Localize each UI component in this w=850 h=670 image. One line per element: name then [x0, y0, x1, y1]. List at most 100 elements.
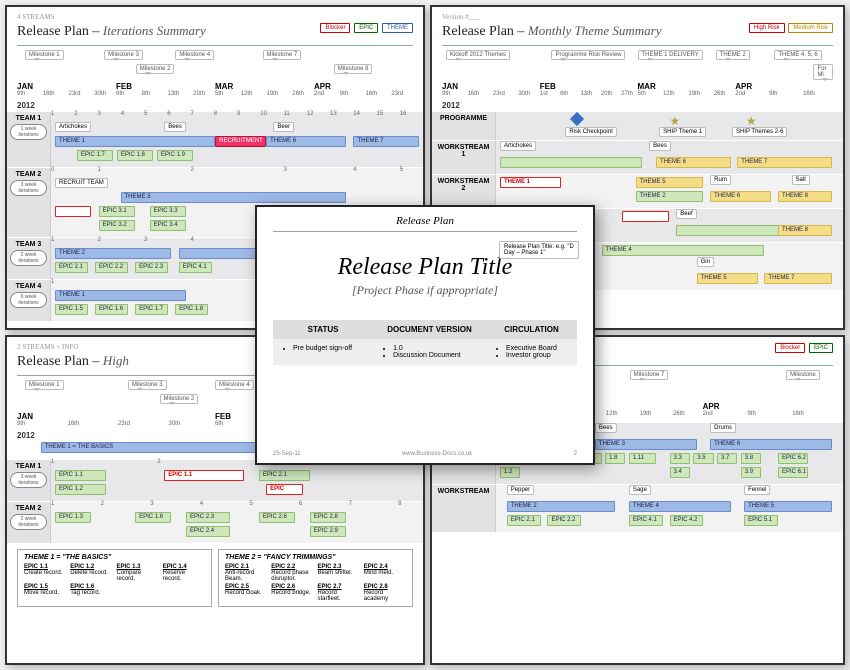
theme-description-boxes: THEME 1 = "THE BASICS"EPIC 1.1Create rec…: [17, 549, 413, 607]
epic-bar: EPIC 1.9: [157, 150, 193, 161]
ship-label: SHIP Theme 1: [659, 127, 706, 137]
divider: [17, 45, 413, 46]
year-label: 2012: [442, 101, 833, 110]
milestone: Milestone 1: [25, 380, 64, 390]
legend-tags: High Risk Medium Risk: [747, 23, 833, 33]
epic-bar: THEME 4: [602, 245, 765, 256]
yellow-bar: THEME 6: [656, 157, 731, 168]
tag-blocker: Blocker: [775, 343, 805, 353]
lane-programme: PROGRAMME Risk Checkpoint ★ SHIP Theme 1…: [432, 112, 843, 140]
epic-bar: EPIC 3.4: [150, 220, 186, 231]
milestone-row: Milestone 1 Milestone 3 Milestone 2 Mile…: [17, 50, 413, 82]
epic-bar: EPIC 1.2: [55, 484, 106, 495]
milestone: Milestone 8: [334, 64, 373, 74]
block-bar: [622, 211, 669, 222]
epic-bar: EPIC 2.1: [55, 262, 88, 273]
epic-bar: EPIC 3.2: [99, 220, 135, 231]
chip-label: Artichokes: [55, 122, 91, 132]
epic-bar: EPIC 2.2: [547, 515, 581, 526]
footer-page: 2: [574, 451, 577, 457]
theme-bar: THEME 6: [710, 439, 832, 450]
col-circulation: CIRCULATION: [486, 320, 577, 339]
month-column: APR2nd9th16th: [735, 82, 833, 97]
month-column: APR2nd9th16th: [703, 402, 833, 417]
epic-bar: 1.11: [629, 453, 656, 464]
month-column: JAN9th16th23rd30th: [442, 82, 540, 97]
yellow-bar: THEME 6: [710, 191, 771, 202]
circulation-cell: Executive BoardInvestor group: [486, 339, 577, 365]
header-label: Release Plan: [273, 215, 577, 227]
slide-title: Release Plan – Monthly Theme Summary: [442, 24, 662, 39]
yellow-bar: THEME 8: [778, 225, 832, 236]
month-column: JAN9th16th23rd30th: [17, 412, 215, 427]
month-axis: JAN9th16th23rd30thFEB1st6th13th20th27thM…: [442, 82, 833, 97]
epic-bar: EPIC 1.7: [135, 304, 168, 315]
chip-label: Sage: [629, 485, 651, 495]
chip-label: RECRUIT TEAM: [55, 178, 108, 188]
epic-bar: EPIC 4.1: [179, 262, 212, 273]
milestone: Milestone: [786, 370, 820, 380]
month-column: APR2nd9th16th23rd: [314, 82, 413, 97]
milestone: For Mi: [813, 64, 833, 80]
epic-bar: 3.7: [717, 453, 737, 464]
chip-label: Rum: [710, 175, 731, 185]
month-column: FEB6th8th13th20th: [116, 82, 215, 97]
epic-bar: EPIC 4.2: [670, 515, 704, 526]
chip-label: Bees: [164, 122, 186, 132]
epic-bar: EPIC 2.9: [310, 526, 346, 537]
epic-bar: 3.3: [670, 453, 690, 464]
tag-high-risk: High Risk: [749, 23, 785, 33]
year-label: 2012: [17, 101, 413, 110]
col-version: DOCUMENT VERSION: [373, 320, 486, 339]
version-cell: 1.0Discussion Document: [373, 339, 486, 365]
epic-bar: 3.5: [693, 453, 713, 464]
month-column: MAR5th12th19th26th: [215, 82, 314, 97]
block-bar: EPIC 1.1: [164, 470, 244, 481]
milestone: Milestone 7: [630, 370, 669, 380]
milestone-row: Kickoff 2012 Themes Programme Risk Revie…: [442, 50, 833, 82]
epic-bar: 3.8: [741, 453, 761, 464]
chip-label: Pepper: [507, 485, 534, 495]
milestone: Milestone 7: [263, 50, 302, 60]
tag-theme: THEME: [382, 23, 413, 33]
epic-bar: EPIC 2.4: [186, 526, 230, 537]
milestone: Milestone 2: [136, 64, 175, 74]
block-bar: EPIC: [266, 484, 302, 495]
footer-date: 25-Sep-11: [273, 451, 301, 457]
chip-label: Beef: [676, 209, 696, 219]
epic-bar: THEME 2: [636, 191, 704, 202]
yellow-bar: THEME 7: [737, 157, 832, 168]
risk-checkpoint-icon: [570, 112, 584, 126]
month-column: MAR5th12th19th26th: [638, 82, 736, 97]
month-column: FEB1st6th13th20th27th: [540, 82, 638, 97]
swimlane: TEAM 13 week iterations123EPIC 1.1EPIC 1…: [7, 460, 423, 501]
epic-bar: EPIC 2.8: [310, 512, 346, 523]
recruit-bar: RECRUITMENT: [215, 136, 266, 147]
milestone: Programme Risk Review: [551, 50, 625, 60]
col-status: STATUS: [273, 320, 373, 339]
yellow-bar: THEME 5: [697, 273, 758, 284]
theme-bar: THEME 3: [595, 439, 697, 450]
milestone: Kickoff 2012 Themes: [446, 50, 510, 60]
slide-title-page: Release Plan Release Plan Title: e.g. "D…: [255, 205, 595, 465]
theme-description: THEME 1 = "THE BASICS"EPIC 1.1Create rec…: [17, 549, 212, 607]
tag-epic: EPIC: [809, 343, 833, 353]
swimlane: TEAM 11 week iterations12345678910111213…: [7, 112, 423, 167]
milestone: THEME 2: [716, 50, 750, 60]
footer-url: www.Business-Docs.co.uk: [402, 451, 472, 457]
epic-bar: 1.8: [605, 453, 625, 464]
epic-bar: 3.9: [741, 467, 761, 478]
slide-header: 4 STREAMS Blocker EPIC THEME Release Pla…: [7, 7, 423, 42]
tag-blocker: Blocker: [320, 23, 350, 33]
epic-bar: EPIC 2.2: [95, 262, 128, 273]
chip-label: Beer: [273, 122, 294, 132]
block-bar: THEME 1: [500, 177, 561, 188]
epic-bar: EPIC 1.1: [55, 470, 106, 481]
epic-bar: EPIC 2.3: [135, 262, 168, 273]
epic-bar: [500, 157, 642, 168]
epic-bar: EPIC 1.8: [117, 150, 153, 161]
chip-label: Fennel: [744, 485, 770, 495]
page-subtitle: [Project Phase if appropriate]: [273, 283, 577, 298]
swimlane: WORKSTREAM 2THEME 1THEME 5RumSaltTHEME 2…: [432, 175, 843, 208]
swimlane: WORKSTREAMPepperSageFennelTHEME 2THEME 4…: [432, 485, 843, 532]
